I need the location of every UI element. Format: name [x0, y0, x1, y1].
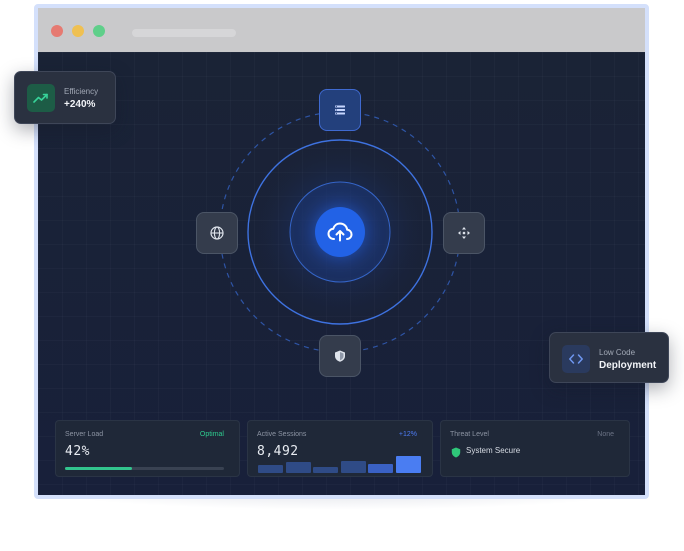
sessions-bar — [313, 467, 338, 473]
server-load-value: 42% — [65, 444, 90, 459]
efficiency-value: +240% — [64, 99, 96, 110]
shield-icon — [335, 350, 345, 362]
minimize-dot[interactable] — [72, 25, 84, 37]
threat-level-label: Threat Level — [450, 431, 489, 438]
shield-check-icon — [451, 447, 461, 458]
trending-up-icon — [33, 93, 48, 103]
deployment-icon-tile — [562, 345, 590, 373]
server-list-node[interactable] — [319, 89, 361, 131]
deployment-label: Low Code — [599, 348, 636, 357]
server-load-status: Optimal — [199, 431, 224, 438]
cloud-upload-button[interactable] — [315, 207, 365, 257]
threat-level-value: None — [597, 431, 614, 438]
close-dot[interactable] — [51, 25, 63, 37]
address-bar[interactable] — [132, 29, 236, 37]
deployment-card: Low Code Deployment — [549, 332, 669, 383]
server-load-label: Server Load — [65, 431, 104, 438]
efficiency-icon-tile — [27, 84, 55, 112]
move-arrows-icon — [458, 227, 470, 239]
globe-node[interactable] — [196, 212, 238, 254]
threat-level-card: Threat Level None System Secure — [440, 420, 630, 477]
sessions-bar — [258, 465, 283, 473]
sessions-bar — [395, 456, 421, 473]
sessions-bar — [368, 464, 393, 473]
maximize-dot[interactable] — [93, 25, 105, 37]
browser-window: Server Load Optimal 42% Active Sessions … — [34, 4, 649, 499]
efficiency-card: Efficiency +240% — [14, 71, 116, 124]
sessions-bar — [340, 461, 366, 473]
move-node[interactable] — [443, 212, 485, 254]
sessions-bar — [285, 462, 311, 473]
dashboard-content: Server Load Optimal 42% Active Sessions … — [38, 52, 645, 495]
active-sessions-label: Active Sessions — [257, 431, 307, 438]
deployment-value: Deployment — [599, 360, 657, 371]
code-brackets-icon — [569, 354, 583, 364]
server-load-progress-fill — [65, 467, 132, 470]
security-node[interactable] — [319, 335, 361, 377]
system-status-text: System Secure — [466, 446, 521, 455]
server-load-card: Server Load Optimal 42% — [55, 420, 240, 477]
active-sessions-card: Active Sessions +12% 8,492 — [247, 420, 433, 477]
title-bar — [38, 8, 645, 52]
active-sessions-change: +12% — [398, 431, 417, 438]
server-load-progress — [65, 467, 224, 470]
globe-icon — [210, 226, 224, 240]
cloud-upload-icon — [327, 222, 353, 242]
efficiency-label: Efficiency — [64, 87, 99, 96]
server-list-icon — [335, 105, 345, 115]
sessions-mini-chart — [258, 451, 421, 473]
